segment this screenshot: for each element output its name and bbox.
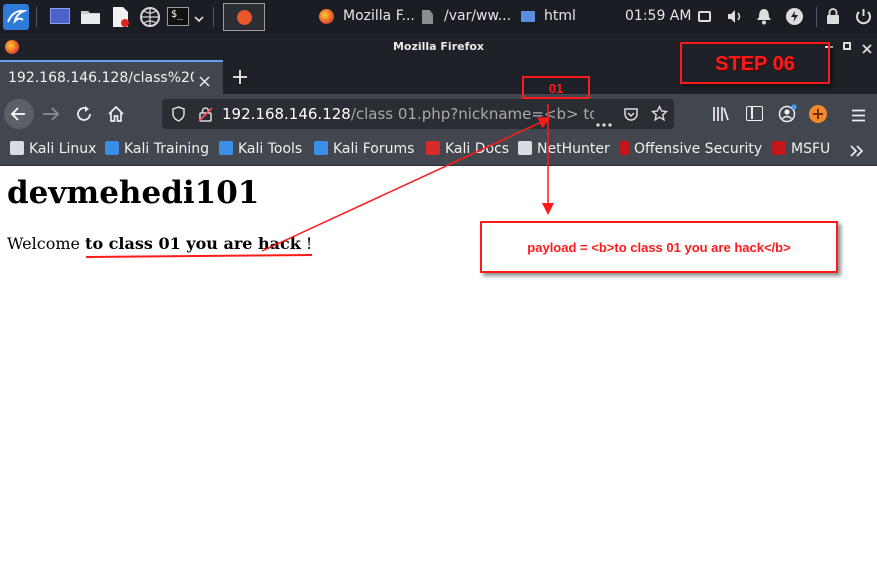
step-annotation: STEP 06 [680,42,830,84]
url-host: 192.168.146.128 [222,105,351,123]
payload-label: payload = <b>to class 01 you are hack</b… [527,240,791,255]
taskbar-window-label: Mozilla F... [343,8,415,24]
bookmark-label: MSFU [791,141,831,157]
close-icon[interactable] [861,40,873,54]
bookmark-nethunter[interactable]: NetHunter [518,141,610,157]
kali-docs-icon [426,141,440,155]
display-icon[interactable] [698,11,711,22]
bookmark-msfu[interactable]: MSFU [772,141,830,157]
bookmark-label: Kali Forums [333,141,415,157]
new-tab-button[interactable] [231,68,249,86]
bookmark-kali-docs[interactable]: Kali Docs [426,141,509,157]
bookmark-label: Kali Linux [29,141,97,157]
welcome-suffix: ! [300,234,313,253]
clock[interactable]: 01:59 AM [625,8,691,24]
welcome-message: Welcome to class 01 you are hack ! [7,234,312,253]
bookmark-label: Kali Tools [238,141,303,157]
marker-annotation: 01 [522,76,590,99]
show-desktop-icon[interactable] [50,8,70,24]
bookmark-star-icon[interactable] [650,104,669,122]
firefox-icon [319,9,334,24]
taskbar-window-folder[interactable]: html [520,0,590,34]
library-icon[interactable] [712,106,730,122]
nethunter-icon [518,141,532,155]
logout-icon[interactable] [855,8,872,25]
web-browser-icon[interactable] [139,6,161,28]
workspace-switcher[interactable] [223,3,265,31]
welcome-prefix: Welcome [7,234,86,253]
power-manager-icon[interactable] [786,8,803,25]
url-path: /class 01.php?nickname=<b> to class 01 y… [350,105,594,123]
kali-dragon-icon [10,141,24,155]
bookmark-label: Offensive Security [634,141,763,157]
file-manager-icon[interactable] [80,8,101,25]
bookmark-label: NetHunter [537,141,610,157]
taskbar-window-firefox[interactable]: Mozilla F... [316,0,416,34]
tab-title: 192.168.146.128/class%200 [8,70,194,86]
sidebar-icon[interactable] [746,106,763,121]
home-button[interactable] [106,104,126,124]
forward-button[interactable] [40,104,62,124]
bookmark-label: Kali Docs [445,141,510,157]
nav-toolbar: 192.168.146.128/class 01.php?nickname=<b… [0,94,877,134]
underline-annotation [85,254,313,258]
injected-bold-text: to class 01 you are hack [85,234,301,253]
bookmark-kali-forums[interactable]: Kali Forums [314,141,414,157]
extension-icon[interactable] [809,105,827,123]
bookmarks-toolbar: Kali Linux Kali Training Kali Tools Kali… [0,134,877,166]
back-button[interactable] [4,99,34,129]
bookmark-kali-tools[interactable]: Kali Tools [219,141,302,157]
lock-icon[interactable] [826,8,840,25]
maximize-icon[interactable] [843,42,851,50]
taskbar-window-label: /var/ww... [444,8,512,24]
tab-active[interactable]: 192.168.146.128/class%200 [0,60,223,94]
account-icon[interactable] [778,104,797,123]
bookmark-kali-linux[interactable]: Kali Linux [10,141,96,157]
tracking-shield-icon[interactable] [171,106,186,122]
kali-menu-icon[interactable] [3,4,29,30]
marker-label: 01 [548,81,564,96]
file-icon [422,10,433,24]
step-label: STEP 06 [715,53,795,75]
folder-icon [521,11,535,22]
text-editor-icon[interactable] [111,6,130,28]
taskbar: $_ Mozilla F... /var/ww... html 01:59 AM [0,0,877,34]
taskbar-window-editor[interactable]: /var/ww... [420,0,516,34]
terminal-icon[interactable]: $_ [167,7,189,26]
menu-hamburger-icon[interactable] [851,107,866,122]
msfu-icon [772,141,786,155]
insecure-lock-icon[interactable] [198,106,213,122]
bookmark-label: Kali Training [124,141,209,157]
kali-forums-icon [314,141,328,155]
bookmark-offensive-security[interactable]: Offensive Security [620,141,762,157]
page-actions-icon[interactable] [596,112,612,127]
kali-tools-icon [219,141,233,155]
volume-icon[interactable] [726,8,744,25]
bookmarks-overflow-icon[interactable] [849,143,865,157]
page-heading: devmehedi101 [7,175,260,211]
kali-training-icon [105,141,119,155]
chevron-down-icon[interactable] [193,10,205,23]
bookmark-kali-training[interactable]: Kali Training [105,141,209,157]
pocket-icon[interactable] [623,106,639,122]
taskbar-window-label: html [544,8,576,24]
tab-close-icon[interactable] [199,72,210,87]
offsec-icon [620,141,629,155]
url-text[interactable]: 192.168.146.128/class 01.php?nickname=<b… [222,99,594,129]
notification-bell-icon[interactable] [756,8,772,25]
payload-annotation: payload = <b>to class 01 you are hack</b… [480,221,838,273]
url-bar[interactable]: 192.168.146.128/class 01.php?nickname=<b… [162,99,674,129]
reload-button[interactable] [74,104,94,124]
